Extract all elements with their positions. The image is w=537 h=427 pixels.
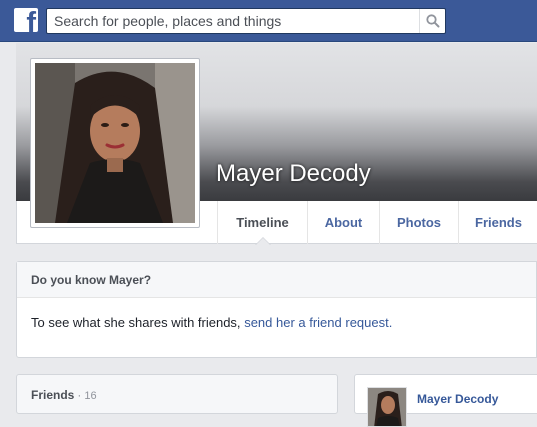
- tab-photos[interactable]: Photos: [379, 201, 458, 244]
- friends-card: Friends · 16: [16, 374, 338, 414]
- friends-card-title[interactable]: Friends · 16: [31, 388, 97, 402]
- search-button[interactable]: [419, 9, 445, 33]
- tab-label: About: [324, 215, 363, 230]
- send-friend-request-link[interactable]: send her a friend request.: [244, 315, 392, 330]
- top-navigation-bar: f: [0, 0, 537, 42]
- profile-picture-frame[interactable]: [30, 58, 200, 228]
- friends-count: 16: [84, 390, 97, 402]
- tab-timeline[interactable]: Timeline: [217, 201, 307, 245]
- tab-label: Timeline: [236, 215, 289, 230]
- card-header: Do you know Mayer?: [17, 262, 536, 298]
- tab-about[interactable]: About: [307, 201, 379, 244]
- friends-label: Friends: [31, 388, 75, 402]
- prompt-text: To see what she shares with friends, sen…: [31, 315, 392, 330]
- friend-request-prompt-card: Do you know Mayer? To see what she share…: [16, 261, 537, 358]
- prompt-message: To see what she shares with friends,: [31, 315, 241, 330]
- logo-letter: f: [26, 8, 36, 33]
- search-input[interactable]: [47, 9, 417, 33]
- tab-friends[interactable]: Friends: [458, 201, 537, 244]
- tab-label: Friends: [475, 215, 522, 230]
- timeline-post-card: Mayer Decody: [354, 374, 537, 427]
- search-box: [46, 8, 446, 34]
- profile-name[interactable]: Mayer Decody: [216, 160, 371, 188]
- separator: ·: [77, 388, 82, 402]
- profile-picture: [35, 63, 195, 223]
- post-author-name[interactable]: Mayer Decody: [417, 392, 498, 406]
- avatar[interactable]: [367, 387, 407, 427]
- search-icon: [426, 14, 440, 28]
- profile-tabs: Timeline About Photos Friends: [217, 201, 537, 245]
- card-title: Do you know Mayer?: [31, 273, 152, 287]
- tab-label: Photos: [396, 215, 442, 230]
- facebook-logo-icon[interactable]: f: [14, 8, 38, 32]
